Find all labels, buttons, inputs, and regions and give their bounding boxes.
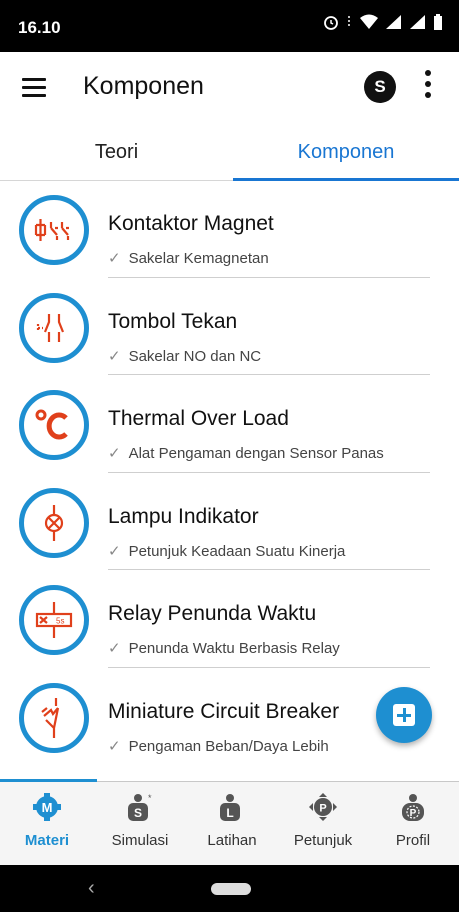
petunjuk-icon: P	[309, 793, 337, 821]
wifi-icon	[360, 14, 378, 29]
item-subtitle: ✓ Sakelar Kemagnetan	[108, 250, 269, 267]
nav-label: Profil	[395, 832, 431, 849]
latihan-icon: L	[220, 794, 240, 821]
item-subtitle: ✓ Alat Pengaman dengan Sensor Panas	[108, 445, 384, 462]
item-subtitle: ✓ Petunjuk Keadaan Suatu Kinerja	[108, 542, 346, 560]
item-subtitle: ✓ Penunda Waktu Berbasis Relay	[108, 640, 340, 657]
item-title: Kontaktor Magnet	[108, 212, 274, 235]
timer-relay-icon: 5s	[19, 585, 89, 655]
tab-bar: Teori Komponen	[0, 124, 459, 181]
push-button-symbol-icon	[19, 292, 89, 363]
item-title: Miniature Circuit Breaker	[108, 699, 340, 723]
check-icon: ✓	[108, 542, 121, 560]
svg-text:P: P	[319, 803, 326, 815]
check-icon: ✓	[108, 640, 121, 657]
status-icons	[323, 14, 443, 30]
thermal-celsius-icon	[19, 390, 89, 460]
back-icon[interactable]: ‹	[88, 877, 95, 900]
plus-icon	[393, 704, 415, 726]
check-icon: ✓	[108, 445, 121, 462]
status-time: 16.10	[18, 18, 61, 37]
item-subtitle: ✓ Sakelar NO dan NC	[108, 347, 262, 365]
check-icon: ✓	[108, 347, 121, 365]
simulasi-icon: S *	[128, 793, 152, 821]
indicator-lamp-icon	[19, 487, 89, 558]
svg-text:L: L	[226, 806, 233, 820]
add-button[interactable]	[376, 687, 432, 743]
contactor-symbol-icon	[19, 195, 89, 265]
tab-komponen[interactable]: Komponen	[233, 124, 459, 181]
item-title: Relay Penunda Waktu	[108, 602, 317, 625]
nav-profil[interactable]: P Profil	[368, 782, 458, 866]
nav-label: Simulasi	[111, 832, 169, 849]
signal-2-icon	[410, 15, 425, 29]
bottom-navigation: M Materi S * Simulasi L Latihan P Petunj…	[0, 779, 459, 866]
home-pill-icon[interactable]	[211, 883, 251, 895]
item-title: Lampu Indikator	[108, 504, 259, 528]
nav-petunjuk[interactable]: P Petunjuk	[278, 782, 368, 866]
avatar[interactable]: S	[364, 71, 396, 103]
check-icon: ✓	[108, 250, 121, 267]
list-item[interactable]: 5s Relay Penunda Waktu ✓ Penunda Waktu Be…	[0, 570, 459, 668]
list-item[interactable]: Kontaktor Magnet ✓ Sakelar Kemagnetan	[0, 180, 459, 278]
circuit-breaker-icon	[19, 682, 89, 753]
system-nav-bar: ‹	[0, 865, 459, 912]
hamburger-menu-icon[interactable]	[22, 78, 46, 98]
svg-text:P: P	[410, 808, 417, 819]
battery-icon	[434, 14, 442, 30]
list-item[interactable]: Tombol Tekan ✓ Sakelar NO dan NC	[0, 278, 459, 375]
item-title: Tombol Tekan	[108, 309, 238, 333]
timer-label: 5s	[56, 617, 64, 626]
nav-latihan[interactable]: L Latihan	[187, 782, 277, 866]
nav-materi[interactable]: M Materi	[2, 782, 92, 866]
list-item[interactable]: Lampu Indikator ✓ Petunjuk Keadaan Suatu …	[0, 473, 459, 570]
nav-label: Materi	[24, 832, 70, 849]
gear-m-icon: M	[33, 793, 61, 821]
tab-teori[interactable]: Teori	[0, 124, 233, 180]
alarm-icon	[324, 16, 338, 30]
profil-icon: P	[402, 794, 424, 821]
signal-icon	[386, 15, 401, 29]
list-item[interactable]: Thermal Over Load ✓ Alat Pengaman dengan …	[0, 375, 459, 473]
svg-text:*: *	[148, 793, 152, 803]
item-subtitle: ✓ Pengaman Beban/Daya Lebih	[108, 737, 329, 755]
svg-text:M: M	[42, 800, 53, 815]
nav-label: Latihan	[207, 832, 257, 849]
item-title: Thermal Over Load	[108, 407, 289, 430]
page-title: Komponen	[83, 72, 204, 100]
check-icon: ✓	[108, 737, 121, 755]
app-bar: Komponen S	[0, 52, 459, 124]
status-bar: 16.10	[0, 0, 459, 52]
tab-komponen-label: Komponen	[297, 141, 395, 163]
svg-text:S: S	[134, 806, 142, 820]
vibrate-icon	[348, 16, 350, 28]
more-options-icon[interactable]	[424, 70, 432, 104]
nav-simulasi[interactable]: S * Simulasi	[95, 782, 185, 866]
nav-label: Petunjuk	[293, 832, 353, 849]
component-list: Kontaktor Magnet ✓ Sakelar Kemagnetan Tom…	[0, 180, 459, 765]
